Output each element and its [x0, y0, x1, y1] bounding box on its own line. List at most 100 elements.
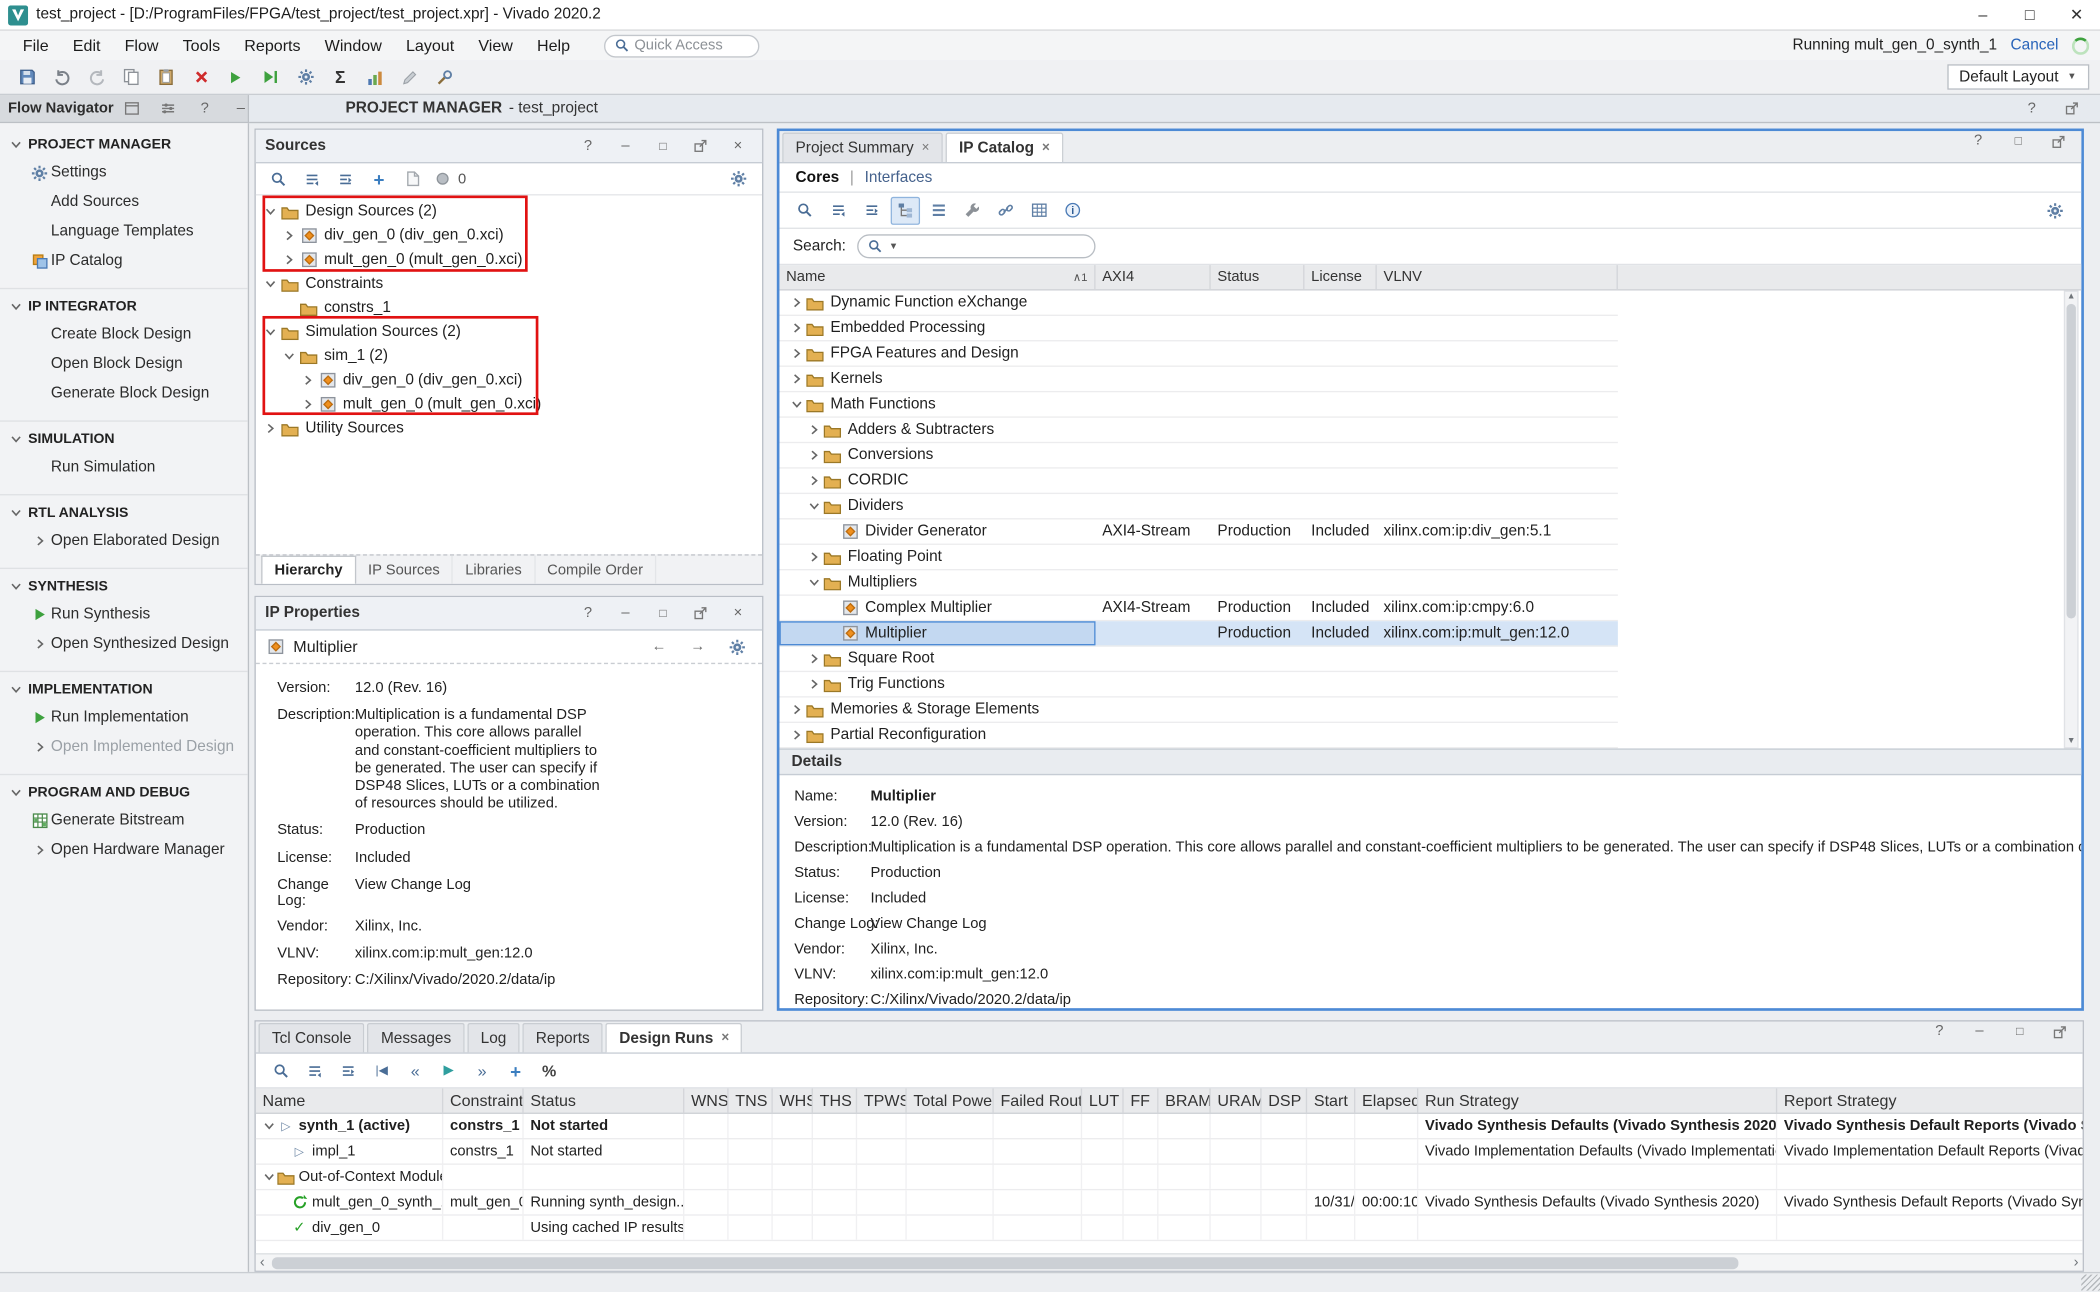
hscrollbar-thumb[interactable]	[272, 1257, 1739, 1269]
expander-icon[interactable]	[788, 297, 805, 308]
close-tab-icon[interactable]: ×	[721, 1031, 729, 1046]
catalog-row-square-root[interactable]: Square Root	[779, 647, 1617, 672]
menu-layout[interactable]: Layout	[394, 33, 466, 57]
sources-tree-item-div-gen-0[interactable]: div_gen_0 (div_gen_0.xci)	[256, 224, 762, 248]
catalog-maximize-button[interactable]: □	[2004, 127, 2033, 155]
flownav-dock-button[interactable]	[118, 94, 147, 122]
catalog-row-memories-storage-elements[interactable]: Memories & Storage Elements	[779, 698, 1617, 723]
catalog-row-partial-reconfiguration[interactable]: Partial Reconfiguration	[779, 723, 1617, 748]
sources-tree-item-simulation-sources[interactable]: Simulation Sources (2)	[256, 320, 762, 344]
runs-column-ff[interactable]: FF	[1124, 1088, 1159, 1112]
expander-icon[interactable]	[788, 704, 805, 715]
flownav-item-add-sources[interactable]: Add Sources	[0, 187, 248, 216]
expander-icon[interactable]	[280, 254, 297, 265]
expander-icon[interactable]	[261, 1172, 277, 1183]
scroll-left-icon[interactable]: ‹	[260, 1256, 265, 1269]
runs-tab-design-runs[interactable]: Design Runs×	[606, 1023, 743, 1052]
flownav-item-generate-bitstream[interactable]: Generate Bitstream	[0, 806, 248, 835]
catalog-row-dynamic-function-exchange[interactable]: Dynamic Function eXchange	[779, 291, 1617, 316]
run-row-div-gen-0[interactable]: ✓div_gen_0Using cached IP results	[256, 1216, 2083, 1241]
runs-tab-tcl-console[interactable]: Tcl Console	[258, 1023, 364, 1052]
catalog-hier-view-button[interactable]	[891, 196, 920, 224]
runs-column-constraints[interactable]: Constraints	[443, 1088, 523, 1112]
catalog-row-multiplier[interactable]: MultiplierProductionIncludedxilinx.com:i…	[779, 621, 1617, 646]
sources-tree-item-mult-gen-0[interactable]: mult_gen_0 (mult_gen_0.xci)	[256, 248, 762, 272]
flownav-section-header-program-and-debug[interactable]: PROGRAM AND DEBUG	[0, 779, 248, 806]
toolbar-edit-button[interactable]	[394, 63, 426, 91]
runs-column-lut[interactable]: LUT	[1082, 1088, 1124, 1112]
runs-tab-log[interactable]: Log	[467, 1023, 519, 1052]
sources-tree-item-design-sources[interactable]: Design Sources (2)	[256, 199, 762, 223]
sources-tab-ip-sources[interactable]: IP Sources	[356, 556, 453, 584]
sources-tree-item-utility-sources[interactable]: Utility Sources	[256, 416, 762, 440]
runs-column-dsp[interactable]: DSP	[1262, 1088, 1308, 1112]
runs-column-ths[interactable]: THS	[813, 1088, 857, 1112]
expander-icon[interactable]	[280, 351, 297, 362]
runs-column-start[interactable]: Start	[1307, 1088, 1355, 1112]
sources-expand-all-button[interactable]	[331, 165, 360, 193]
flownav-section-header-rtl-analysis[interactable]: RTL ANALYSIS	[0, 499, 248, 526]
expander-icon[interactable]	[805, 552, 822, 563]
flownav-item-open-synthesized-design[interactable]: Open Synthesized Design	[0, 629, 248, 658]
toolbar-chart-button[interactable]	[359, 63, 391, 91]
runs-maximize-button[interactable]: □	[2005, 1018, 2034, 1046]
runs-column-failed-routes[interactable]: Failed Routes	[994, 1088, 1082, 1112]
runs-column-name[interactable]: Name	[256, 1088, 444, 1112]
menu-flow[interactable]: Flow	[113, 33, 171, 57]
runs-column-total-power[interactable]: Total Power	[907, 1088, 994, 1112]
ipprops-settings-button[interactable]	[721, 633, 753, 661]
catalog-row-cordic[interactable]: CORDIC	[779, 469, 1617, 494]
toolbar-sum-button[interactable]: Σ	[324, 63, 356, 91]
toolbar-redo-button[interactable]	[80, 63, 112, 91]
runs-column-status[interactable]: Status	[524, 1088, 685, 1112]
catalog-table-button[interactable]	[1025, 196, 1054, 224]
flownav-item-open-elaborated-design[interactable]: Open Elaborated Design	[0, 526, 248, 555]
cancel-link[interactable]: Cancel	[2011, 37, 2059, 53]
flownav-section-header-synthesis[interactable]: SYNTHESIS	[0, 573, 248, 600]
runs-percent-button[interactable]: %	[534, 1056, 563, 1084]
catalog-flat-view-button[interactable]	[924, 196, 953, 224]
sources-tree-item-div-gen-0[interactable]: div_gen_0 (div_gen_0.xci)	[256, 368, 762, 392]
flownav-item-run-implementation[interactable]: Run Implementation	[0, 703, 248, 732]
flownav-item-run-synthesis[interactable]: Run Synthesis	[0, 600, 248, 629]
ipprops-maximize-button[interactable]: □	[648, 599, 677, 627]
menu-window[interactable]: Window	[313, 33, 394, 57]
catalog-row-trig-functions[interactable]: Trig Functions	[779, 672, 1617, 697]
sources-minimize-button[interactable]: –	[611, 132, 640, 160]
catalog-expand-all-button[interactable]	[857, 196, 886, 224]
sources-tab-compile-order[interactable]: Compile Order	[535, 556, 656, 584]
run-row-out-of-context-module-runs[interactable]: Out-of-Context Module Runs	[256, 1165, 2083, 1190]
toolbar-paste-button[interactable]	[150, 63, 182, 91]
expander-icon[interactable]	[280, 230, 297, 241]
expander-icon[interactable]	[788, 399, 805, 410]
flownav-section-header-implementation[interactable]: IMPLEMENTATION	[0, 676, 248, 703]
resize-grip-icon[interactable]	[2081, 1275, 2100, 1291]
close-tab-icon[interactable]: ×	[1042, 141, 1050, 156]
expander-icon[interactable]	[261, 278, 278, 289]
catalog-row-multipliers[interactable]: Multipliers	[779, 570, 1617, 595]
runs-tab-messages[interactable]: Messages	[368, 1023, 465, 1052]
runs-tab-reports[interactable]: Reports	[522, 1023, 603, 1052]
expander-icon[interactable]	[299, 375, 316, 386]
catalog-tab-project-summary[interactable]: Project Summary×	[782, 133, 943, 162]
quick-access-search[interactable]: Quick Access	[604, 34, 759, 57]
expander-icon[interactable]	[299, 399, 316, 410]
sources-tree-item-sim-1[interactable]: sim_1 (2)	[256, 344, 762, 368]
close-button[interactable]: ✕	[2053, 0, 2100, 29]
toolbar-delete-button[interactable]	[185, 63, 217, 91]
toolbar-undo-button[interactable]	[46, 63, 78, 91]
flownav-item-generate-block-design[interactable]: Generate Block Design	[0, 379, 248, 408]
runs-first-button[interactable]: |◀	[367, 1056, 396, 1084]
catalog-row-fpga-features-and-design[interactable]: FPGA Features and Design	[779, 341, 1617, 366]
sources-tab-libraries[interactable]: Libraries	[453, 556, 535, 584]
catalog-column-license[interactable]: License	[1304, 265, 1376, 289]
expander-icon[interactable]	[261, 206, 278, 217]
runs-minimize-button[interactable]: –	[1965, 1018, 1994, 1046]
catalog-row-conversions[interactable]: Conversions	[779, 443, 1617, 468]
flownav-item-run-simulation[interactable]: Run Simulation	[0, 453, 248, 482]
flownav-section-header-project-manager[interactable]: PROJECT MANAGER	[0, 131, 248, 158]
sources-help-button[interactable]: ?	[573, 132, 602, 160]
ipprops-close-button[interactable]: ×	[723, 599, 752, 627]
toolbar-step-button[interactable]	[254, 63, 286, 91]
flownav-section-header-simulation[interactable]: SIMULATION	[0, 426, 248, 453]
